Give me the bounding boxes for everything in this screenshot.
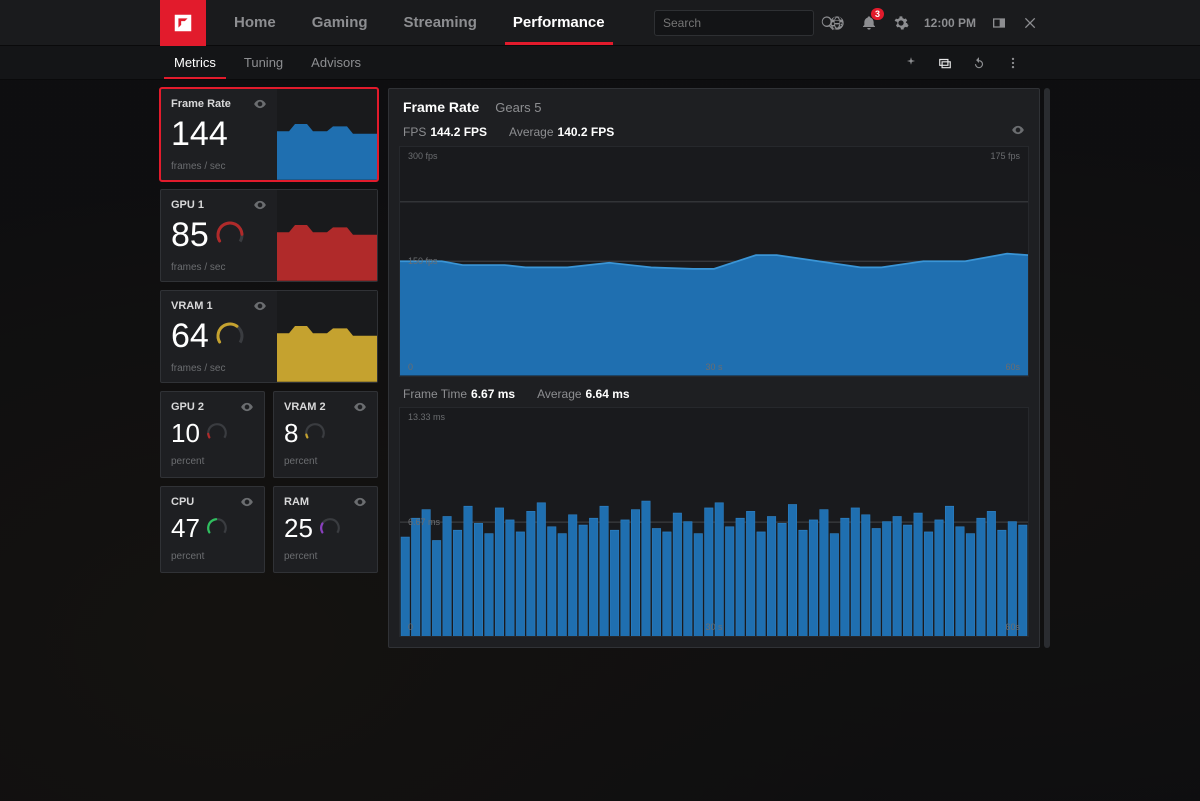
fps-label: FPS: [403, 125, 426, 139]
eye-icon[interactable]: [240, 400, 254, 414]
frametime-avg-value: 6.64 ms: [586, 387, 630, 401]
card-gpu 2[interactable]: GPU 2 10 percent: [160, 391, 265, 478]
fps-value: 144.2 FPS: [430, 125, 487, 139]
tab-tuning[interactable]: Tuning: [230, 46, 297, 79]
globe-icon[interactable]: [828, 14, 846, 32]
axis-label: 0: [408, 362, 413, 372]
clock: 12:00 PM: [924, 16, 976, 30]
card-ram[interactable]: RAM 25 percent: [273, 486, 378, 573]
search-input[interactable]: [661, 15, 820, 31]
reset-icon[interactable]: [970, 54, 988, 72]
avg-label: Average: [509, 125, 553, 139]
app-header: HomeGamingStreamingPerformance 3 12:00 P…: [0, 0, 1200, 46]
avg-value: 140.2 FPS: [558, 125, 615, 139]
card-cpu[interactable]: CPU 47 percent: [160, 486, 265, 573]
frametime-chart[interactable]: 13.33 ms 6.67 ms 0 30 s 60s: [399, 407, 1029, 638]
nav-streaming[interactable]: Streaming: [386, 0, 495, 45]
tab-metrics[interactable]: Metrics: [160, 46, 230, 79]
sparkle-icon[interactable]: [902, 54, 920, 72]
fps-chart[interactable]: 300 fps 175 fps 150 fps 0 30 s 60s: [399, 146, 1029, 377]
more-icon[interactable]: [1004, 54, 1022, 72]
frametime-value: 6.67 ms: [471, 387, 515, 401]
axis-label: 30 s: [705, 622, 722, 632]
dock-icon[interactable]: [990, 14, 1008, 32]
main-nav: HomeGamingStreamingPerformance: [216, 0, 623, 45]
gear-icon[interactable]: [892, 14, 910, 32]
nav-gaming[interactable]: Gaming: [294, 0, 386, 45]
frametime-avg-label: Average: [537, 387, 581, 401]
nav-performance[interactable]: Performance: [495, 0, 623, 45]
axis-label: 60s: [1005, 362, 1020, 372]
workspace: Frame Rate 144 frames / sec GPU 1 85 fra…: [160, 88, 1040, 791]
fps-statbar: FPS 144.2 FPS Average 140.2 FPS: [389, 123, 1039, 146]
detail-panel: Frame Rate Gears 5 FPS 144.2 FPS Average 1…: [388, 88, 1040, 648]
axis-label: 13.33 ms: [408, 412, 445, 422]
scrollbar[interactable]: [1044, 88, 1050, 648]
eye-icon[interactable]: [253, 198, 267, 212]
axis-label: 0: [408, 622, 413, 632]
detail-title: Frame Rate: [403, 99, 479, 115]
eye-icon[interactable]: [1011, 123, 1025, 140]
eye-icon[interactable]: [240, 495, 254, 509]
bell-icon[interactable]: 3: [860, 14, 878, 32]
close-icon[interactable]: [1022, 14, 1040, 32]
axis-label: 30 s: [705, 362, 722, 372]
sub-nav: MetricsTuningAdvisors: [0, 46, 1200, 80]
eye-icon[interactable]: [353, 495, 367, 509]
tab-advisors[interactable]: Advisors: [297, 46, 375, 79]
card-gpu 1[interactable]: GPU 1 85 frames / sec: [160, 189, 378, 282]
axis-label: 300 fps: [408, 151, 438, 161]
axis-label: 6.67 ms: [408, 517, 440, 527]
search-box[interactable]: [654, 10, 814, 36]
eye-icon[interactable]: [253, 299, 267, 313]
metric-cards: Frame Rate 144 frames / sec GPU 1 85 fra…: [160, 88, 378, 791]
card-vram 2[interactable]: VRAM 2 8 percent: [273, 391, 378, 478]
eye-icon[interactable]: [353, 400, 367, 414]
detail-subtitle: Gears 5: [495, 100, 541, 115]
overlay-icon[interactable]: [936, 54, 954, 72]
amd-logo[interactable]: [160, 0, 206, 46]
axis-label: 60s: [1005, 622, 1020, 632]
frametime-label: Frame Time: [403, 387, 467, 401]
nav-home[interactable]: Home: [216, 0, 294, 45]
eye-icon[interactable]: [253, 97, 267, 111]
axis-label: 175 fps: [990, 151, 1020, 161]
axis-label: 150 fps: [408, 256, 438, 266]
notification-badge: 3: [871, 8, 884, 20]
card-vram 1[interactable]: VRAM 1 64 frames / sec: [160, 290, 378, 383]
card-frame rate[interactable]: Frame Rate 144 frames / sec: [160, 88, 378, 181]
frametime-statbar: Frame Time 6.67 ms Average 6.64 ms: [389, 387, 1039, 407]
